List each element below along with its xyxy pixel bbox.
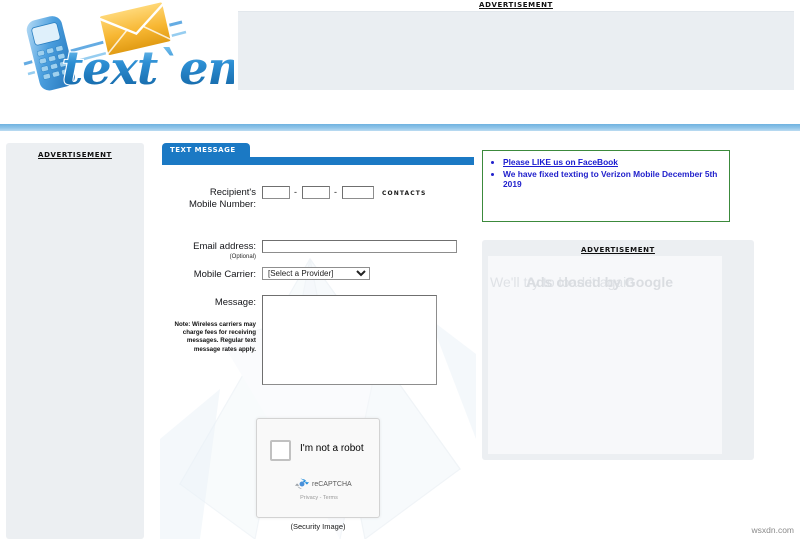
carrier-label: Mobile Carrier:: [193, 269, 256, 280]
recaptcha-label: I'm not a robot: [300, 443, 364, 454]
email-optional-note: (Optional): [229, 254, 256, 260]
right-advertisement[interactable]: ADVERTISEMENT We'll try to load it again…: [482, 240, 754, 460]
left-ad-label: ADVERTISEMENT: [38, 151, 112, 159]
site-header: text`em ADVERTISEMENT: [0, 0, 800, 96]
recaptcha-brand: reCAPTCHA: [312, 481, 352, 488]
logo-artwork: text`em: [23, 2, 234, 94]
tab-header-bar: [162, 157, 474, 165]
list-item[interactable]: Please LIKE us on FaceBook: [503, 157, 723, 168]
ad-placeholder-secondary: Ads closed by Google: [526, 274, 674, 290]
facebook-like-link: Please LIKE us on FaceBook: [503, 157, 618, 167]
verizon-fix-note: We have fixed texting to Verizon Mobile …: [503, 168, 718, 190]
email-input[interactable]: [262, 240, 457, 253]
security-image-caption: (Security Image): [290, 522, 346, 531]
right-ad-slot[interactable]: We'll try to load it again Ads closed by…: [488, 256, 722, 454]
right-ad-label: ADVERTISEMENT: [581, 246, 655, 254]
recipient-number-label: Recipient's Mobile Number:: [188, 187, 256, 210]
main-navigation: SEND TEXTHELPCONTACT USLOG INCREATE ACCO…: [0, 96, 800, 214]
announcement-list: Please LIKE us on FaceBook We have fixed…: [483, 151, 729, 190]
page-watermark: wsxdn.com: [751, 525, 794, 535]
top-ad-slot[interactable]: [238, 11, 794, 90]
site-logo[interactable]: text`em: [6, 2, 234, 94]
message-textarea[interactable]: [262, 295, 437, 385]
carrier-fee-note: Note: Wireless carriers may charge fees …: [174, 321, 256, 353]
message-label: Message:: [214, 297, 256, 308]
phone-separator-2: -: [334, 187, 337, 197]
phone-separator-1: -: [294, 187, 297, 197]
top-ad-label: ADVERTISEMENT: [479, 1, 553, 9]
text-message-panel: TEXT MESSAGE Recipient's Mobile Number: …: [160, 139, 476, 539]
phone-line-input[interactable]: [342, 186, 374, 199]
nav-divider-strip: [0, 124, 800, 131]
svg-text:text`em: text`em: [62, 41, 234, 94]
phone-prefix-input[interactable]: [302, 186, 330, 199]
recaptcha-widget[interactable]: I'm not a robot reCAPTCHA Privacy - Term…: [256, 418, 380, 518]
contacts-link[interactable]: CONTACTS: [382, 190, 426, 197]
list-item: We have fixed texting to Verizon Mobile …: [503, 169, 723, 190]
announcement-box: Please LIKE us on FaceBook We have fixed…: [482, 150, 730, 222]
send-text-form: Recipient's Mobile Number: - - CONTACTS …: [160, 165, 476, 539]
phone-area-input[interactable]: [262, 186, 290, 199]
recaptcha-checkbox[interactable]: [270, 440, 291, 461]
recaptcha-icon: [295, 478, 309, 489]
carrier-select[interactable]: [Select a Provider]: [262, 267, 370, 280]
tab-text-message[interactable]: TEXT MESSAGE: [162, 143, 250, 157]
left-advertisement[interactable]: ADVERTISEMENT: [6, 143, 144, 539]
email-label: Email address: (Optional): [174, 241, 256, 261]
page-root: text`em ADVERTISEMENT SEND TEXTHELPCONTA…: [0, 0, 800, 539]
recaptcha-legal-links[interactable]: Privacy - Terms: [257, 495, 381, 501]
top-advertisement: ADVERTISEMENT: [238, 0, 794, 92]
